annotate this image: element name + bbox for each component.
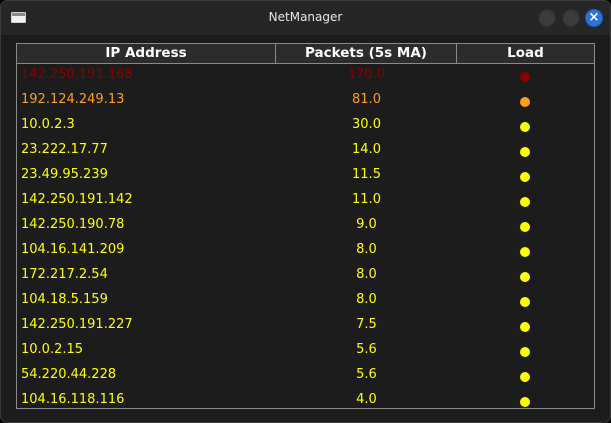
close-button[interactable]: ×: [585, 9, 603, 27]
load-cell: [457, 189, 594, 214]
load-cell: [457, 289, 594, 314]
load-indicator-dot-icon: [520, 172, 530, 182]
load-cell: [457, 264, 594, 289]
maximize-button[interactable]: [562, 9, 580, 27]
packets-cell: 5.6: [356, 367, 377, 382]
load-cell: [457, 139, 594, 164]
packets-cell: 11.0: [352, 192, 381, 207]
load-indicator-dot-icon: [520, 397, 530, 407]
load-indicator-dot-icon: [520, 72, 530, 82]
ip-address-cell: 192.124.249.13: [21, 92, 125, 107]
load-cell: [457, 239, 594, 264]
load-indicator-dot-icon: [520, 347, 530, 357]
table-row[interactable]: 104.16.118.116 4.0: [17, 389, 594, 408]
table-row[interactable]: 23.222.17.77 14.0: [17, 139, 594, 164]
load-cell: [457, 89, 594, 114]
load-indicator-dot-icon: [520, 247, 530, 257]
packets-cell: 7.5: [356, 317, 377, 332]
ip-address-cell: 54.220.44.228: [21, 367, 117, 382]
traffic-table: IP Address Packets (5s MA) Load 142.250.…: [16, 43, 595, 409]
ip-address-cell: 142.250.191.168: [21, 67, 133, 82]
packets-cell: 14.0: [352, 142, 381, 157]
load-cell: [457, 339, 594, 364]
ip-address-cell: 142.250.191.227: [21, 317, 133, 332]
ip-address-cell: 104.16.141.209: [21, 242, 125, 257]
packets-cell: 30.0: [352, 117, 381, 132]
table-row[interactable]: 142.250.191.142 11.0: [17, 189, 594, 214]
table-row[interactable]: 104.18.5.159 8.0: [17, 289, 594, 314]
ip-address-cell: 142.250.190.78: [21, 217, 125, 232]
table-row[interactable]: 54.220.44.228 5.6: [17, 364, 594, 389]
table-header: IP Address Packets (5s MA) Load: [17, 44, 594, 64]
table-row[interactable]: 23.49.95.239 11.5: [17, 164, 594, 189]
netmanager-window: NetManager × IP Address Packets (5s MA) …: [0, 0, 611, 423]
ip-address-cell: 23.49.95.239: [21, 167, 108, 182]
packets-cell: 4.0: [356, 392, 377, 407]
table-row[interactable]: 104.16.141.209 8.0: [17, 239, 594, 264]
load-cell: [457, 164, 594, 189]
table-row[interactable]: 172.217.2.54 8.0: [17, 264, 594, 289]
load-cell: [457, 114, 594, 139]
minimize-button[interactable]: [538, 9, 556, 27]
ip-address-cell: 10.0.2.15: [21, 342, 84, 357]
title-bar[interactable]: NetManager ×: [1, 1, 610, 35]
table-row[interactable]: 142.250.190.78 9.0: [17, 214, 594, 239]
load-indicator-dot-icon: [520, 147, 530, 157]
load-cell: [457, 214, 594, 239]
load-indicator-dot-icon: [520, 372, 530, 382]
table-row[interactable]: 192.124.249.13 81.0: [17, 89, 594, 114]
load-indicator-dot-icon: [520, 122, 530, 132]
table-row[interactable]: 142.250.191.168 170.0: [17, 64, 594, 89]
ip-address-cell: 172.217.2.54: [21, 267, 108, 282]
packets-cell: 8.0: [356, 267, 377, 282]
table-row[interactable]: 10.0.2.3 30.0: [17, 114, 594, 139]
window-title: NetManager: [268, 10, 343, 24]
load-indicator-dot-icon: [520, 322, 530, 332]
load-indicator-dot-icon: [520, 297, 530, 307]
load-cell: [457, 314, 594, 339]
packets-cell: 8.0: [356, 292, 377, 307]
packets-cell: 11.5: [352, 167, 381, 182]
load-indicator-dot-icon: [520, 97, 530, 107]
column-header-ip-address[interactable]: IP Address: [17, 44, 276, 63]
table-row[interactable]: 10.0.2.15 5.6: [17, 339, 594, 364]
packets-cell: 9.0: [356, 217, 377, 232]
ip-address-cell: 23.222.17.77: [21, 142, 108, 157]
table-row[interactable]: 142.250.191.227 7.5: [17, 314, 594, 339]
load-cell: [457, 389, 594, 408]
ip-address-cell: 142.250.191.142: [21, 192, 133, 207]
ip-address-cell: 104.16.118.116: [21, 392, 125, 407]
packets-cell: 170.0: [347, 67, 386, 82]
load-indicator-dot-icon: [520, 222, 530, 232]
load-indicator-dot-icon: [520, 272, 530, 282]
column-header-packets[interactable]: Packets (5s MA): [276, 44, 457, 63]
load-cell: [457, 364, 594, 389]
ip-address-cell: 10.0.2.3: [21, 117, 75, 132]
table-body: 142.250.191.168 170.0 192.124.249.13 81.0 10…: [17, 64, 594, 408]
packets-cell: 8.0: [356, 242, 377, 257]
ip-address-cell: 104.18.5.159: [21, 292, 108, 307]
close-icon: ×: [588, 10, 600, 25]
column-header-load[interactable]: Load: [457, 44, 594, 63]
packets-cell: 5.6: [356, 342, 377, 357]
packets-cell: 81.0: [352, 92, 381, 107]
load-indicator-dot-icon: [520, 197, 530, 207]
load-cell: [457, 64, 594, 89]
